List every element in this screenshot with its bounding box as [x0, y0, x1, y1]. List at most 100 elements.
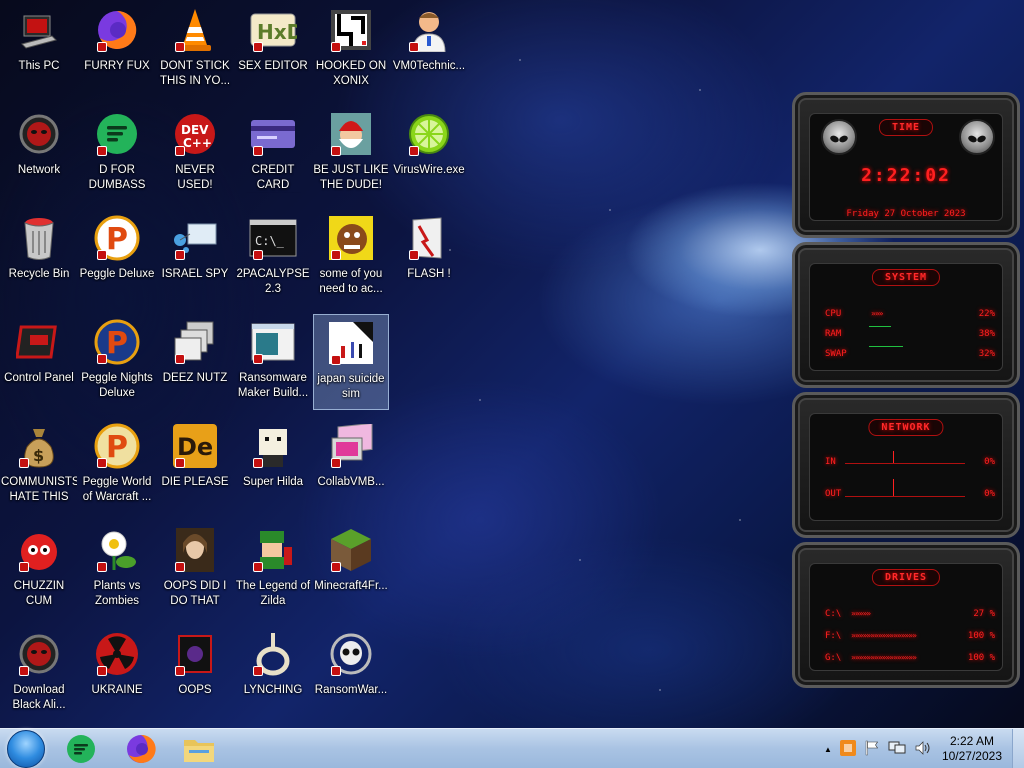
alien-orb-icon: [15, 110, 63, 158]
desktop-icon[interactable]: VM0Technic...: [391, 2, 467, 98]
desktop-icon[interactable]: HxD SEX EDITOR: [235, 2, 311, 98]
desktop-icon[interactable]: CollabVMB...: [313, 418, 389, 514]
peggle-nights-icon: P: [93, 318, 141, 366]
desktop-icon[interactable]: HOOKED ON XONIX: [313, 2, 389, 98]
show-desktop-button[interactable]: [1012, 729, 1024, 768]
desktop-icon-label: CollabVMB...: [317, 476, 385, 488]
net-out-value: 0%: [984, 489, 995, 499]
desktop-icon[interactable]: Ransomware Maker Build...: [235, 314, 311, 410]
oops-box-icon: [171, 630, 219, 678]
stacked-windows-icon: [171, 318, 219, 366]
desktop-icon-label: VM0Technic...: [392, 60, 466, 72]
volume-icon[interactable]: [914, 740, 932, 759]
show-hidden-icons-button[interactable]: ▲: [824, 745, 832, 754]
taskbar-firefox-icon[interactable]: [124, 732, 158, 766]
desktop-icon[interactable]: Super Hilda: [235, 418, 311, 514]
system-title: SYSTEM: [871, 269, 941, 286]
desktop-icon[interactable]: This PC: [1, 2, 77, 98]
desktop-icon-label: VirusWire.exe: [393, 164, 465, 176]
desktop-icon-label: Minecraft4Fr...: [314, 580, 388, 592]
alien-orb-icon: [15, 630, 63, 678]
desktop-icon-label: D FOR DUMBASS: [88, 164, 146, 191]
desktop-icon[interactable]: CHUZZIN CUM: [1, 522, 77, 618]
taskbar-file-explorer-icon[interactable]: [182, 732, 216, 766]
shortcut-arrow-icon: [175, 146, 185, 156]
desktop-icon[interactable]: DEEZ NUTZ: [157, 314, 233, 410]
taskbar-discord-icon[interactable]: [64, 732, 98, 766]
network-monitor-icon: [171, 214, 219, 262]
tray-app-icon[interactable]: [839, 739, 856, 759]
desktop-icon[interactable]: Control Panel: [1, 314, 77, 410]
drive-f-bar: »»»»»»»»»»»»»»»»»: [851, 631, 917, 640]
svg-text:$: $: [33, 446, 44, 465]
desktop-icon[interactable]: De DIE PLEASE: [157, 418, 233, 514]
desktop-icon[interactable]: D FOR DUMBASS: [79, 106, 155, 202]
desktop-icon[interactable]: Plants vs Zombies: [79, 522, 155, 618]
desktop-icon[interactable]: ISRAEL SPY: [157, 210, 233, 306]
desktop-icon-label: some of you need to ac...: [319, 268, 383, 295]
desktop-icon[interactable]: $ COMMUNISTS HATE THIS G...: [1, 418, 77, 514]
suicide-sim-icon: [327, 319, 375, 367]
discord-green-icon: [93, 110, 141, 158]
drive-g-bar: »»»»»»»»»»»»»»»»»: [851, 653, 917, 662]
desktop-icon[interactable]: P Peggle Nights Deluxe: [79, 314, 155, 410]
desktop-icon[interactable]: DEV C++ NEVER USED!: [157, 106, 233, 202]
desktop-icon[interactable]: Download Black Ali...: [1, 626, 77, 722]
desktop-icon[interactable]: LYNCHING: [235, 626, 311, 722]
shortcut-arrow-icon: [175, 562, 185, 572]
desktop-icon[interactable]: FURRY FUX: [79, 2, 155, 98]
desktop-icon[interactable]: Minecraft4Fr...: [313, 522, 389, 618]
desktop-icon[interactable]: japan suicide sim: [313, 314, 389, 410]
desktop-icon[interactable]: C:\_ 2PACALYPSE 2.3: [235, 210, 311, 306]
desktop-icon[interactable]: some of you need to ac...: [313, 210, 389, 306]
desktop-icon-label: BE JUST LIKE THE DUDE!: [313, 164, 389, 191]
shortcut-arrow-icon: [97, 250, 107, 260]
cmd-icon: C:\_: [249, 214, 297, 262]
network-title: NETWORK: [868, 419, 944, 436]
de-icon: De: [171, 422, 219, 470]
desktop-icon[interactable]: DONT STICK THIS IN YO...: [157, 2, 233, 98]
desktop-icon-label: OOPS: [178, 684, 212, 696]
shortcut-arrow-icon: [331, 458, 341, 468]
desktop-icon[interactable]: RansomWar...: [313, 626, 389, 722]
shortcut-arrow-icon: [175, 250, 185, 260]
shortcut-arrow-icon: [97, 146, 107, 156]
desktop-icon[interactable]: Network: [1, 106, 77, 202]
clock-date: 10/27/2023: [941, 749, 1002, 763]
ram-label: RAM: [825, 329, 842, 339]
action-center-flag-icon[interactable]: [864, 740, 880, 759]
net-in-graph: [845, 463, 965, 464]
desktop-icon[interactable]: CREDIT CARD CHECKER: [235, 106, 311, 202]
taskbar-clock[interactable]: 2:22 AM 10/27/2023: [942, 734, 1002, 764]
shortcut-arrow-icon: [175, 42, 185, 52]
noose-icon: [249, 630, 297, 678]
shortcut-arrow-icon: [409, 42, 419, 52]
desktop-icon-label: OOPS DID I DO THAT: [163, 580, 227, 607]
clock-time: 2:22 AM: [949, 734, 994, 748]
flash-icon: [405, 214, 453, 262]
desktop-icon[interactable]: P Peggle World of Warcraft ...: [79, 418, 155, 514]
desktop-icon[interactable]: UKRAINE: [79, 626, 155, 722]
desktop-icon[interactable]: BE JUST LIKE THE DUDE!: [313, 106, 389, 202]
desktop-icon[interactable]: The Legend of Zilda: [235, 522, 311, 618]
shortcut-arrow-icon: [253, 458, 263, 468]
shortcut-arrow-icon: [97, 562, 107, 572]
desktop-icon[interactable]: OOPS DID I DO THAT: [157, 522, 233, 618]
drive-g-value: 100 %: [967, 653, 995, 663]
drive-g-label: G:\: [825, 653, 842, 663]
drive-c-value: 27 %: [973, 609, 995, 619]
desktop-icon[interactable]: OOPS: [157, 626, 233, 722]
swap-value: 32%: [978, 349, 995, 359]
desktop-icon[interactable]: FLASH !: [391, 210, 467, 306]
desktop-icon[interactable]: Recycle Bin: [1, 210, 77, 306]
cpu-label: CPU: [825, 309, 842, 319]
start-button[interactable]: [7, 730, 45, 768]
desktop-icon[interactable]: VirusWire.exe: [391, 106, 467, 202]
pixel-character-icon: [249, 422, 297, 470]
network-tray-icon[interactable]: [888, 740, 906, 759]
svg-text:P: P: [106, 222, 128, 257]
shortcut-arrow-icon: [253, 354, 263, 364]
desktop-icon-label: HOOKED ON XONIX: [315, 60, 387, 87]
desktop-icon[interactable]: P Peggle Deluxe: [79, 210, 155, 306]
desktop-icon-label: SEX EDITOR: [238, 60, 308, 72]
